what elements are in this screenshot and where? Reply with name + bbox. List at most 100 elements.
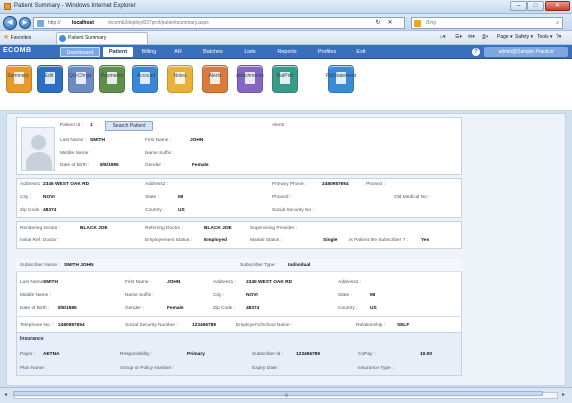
scroll-thumb[interactable] [13, 391, 543, 396]
menu-reports[interactable]: Reports [272, 47, 302, 57]
menu-patient[interactable]: Patient [103, 47, 133, 57]
country-value: US [178, 208, 185, 213]
name-suffix-label: Name Suffix : [145, 151, 174, 156]
help-menu[interactable]: ?▾ [556, 31, 561, 44]
minimize-button[interactable]: – [510, 1, 527, 11]
scroll-right-icon[interactable]: ▸ [562, 391, 565, 398]
page-menu[interactable]: Page ▾ [497, 31, 513, 44]
sub-dob-value: 8/8/1985 [58, 306, 77, 311]
employment-label: Employement Status : [145, 238, 192, 243]
favorites-button[interactable]: ★ Favorites [3, 31, 31, 45]
sub-phone-label: Telephone No. : [20, 323, 54, 328]
horizontal-scrollbar[interactable]: ◂ ||| ▸ [0, 387, 572, 403]
browser-tab[interactable]: Patient Summary [56, 32, 148, 44]
expiry-label: Expiry Date : [252, 366, 280, 371]
sub-country-value: US [370, 306, 377, 311]
menu-profiles[interactable]: Profiles [314, 47, 340, 57]
sub-zip-label: Zip Code : [213, 306, 236, 311]
menu-batches[interactable]: Batches [198, 47, 228, 57]
safety-menu[interactable]: Safety ▾ [515, 31, 533, 44]
forward-icon[interactable]: ▶ [19, 17, 31, 29]
edit-label[interactable]: Edit [33, 73, 65, 79]
alerts-icon[interactable] [202, 65, 228, 93]
subscriber-name-label: Subscriber Name : [20, 263, 60, 268]
sub-address1-label: Address1 : [213, 280, 236, 285]
print-icon[interactable]: ⎙▾ [482, 31, 488, 44]
summary-icon[interactable] [6, 65, 32, 93]
refresh-icon[interactable]: ↻ [374, 19, 382, 27]
stop-icon[interactable]: ✕ [386, 19, 394, 27]
back-icon[interactable]: ◀ [3, 16, 17, 30]
bing-icon [414, 20, 421, 27]
search-provider: Bing [426, 20, 437, 26]
alerts-label[interactable]: Alerts [199, 73, 231, 79]
notes-icon[interactable] [167, 65, 193, 93]
batch-payment-label[interactable]: BatPmt [268, 73, 302, 79]
window-title: Patient Summary - Windows Internet Explo… [14, 3, 136, 9]
first-name-value: JOHN [190, 138, 204, 143]
edit-icon[interactable] [37, 65, 63, 93]
marital-label: Marital Status : [250, 238, 282, 243]
ie-tab-icon [59, 35, 66, 42]
ssn-label: Social Security No : [272, 208, 314, 213]
sub-state-label: State : [338, 293, 352, 298]
payer-label: Payer : [20, 352, 36, 357]
insurance-section [16, 332, 462, 376]
attachments-icon[interactable] [237, 65, 263, 93]
address2-label: Address2 : [145, 182, 168, 187]
scroll-left-icon[interactable]: ◂ [4, 391, 7, 398]
home-icon[interactable]: ⌂▾ [440, 31, 446, 44]
app-navbar: ECOMB Dashboard Patient Billing AR Batch… [0, 45, 572, 59]
url-input[interactable]: http:// localhost /ecomb2deploy/837prof/… [33, 17, 405, 29]
address1-value: 2345 WEST OAK RD [43, 182, 90, 187]
menu-dashboard[interactable]: Dashboard [60, 47, 100, 57]
sub-state-value: MI [370, 293, 376, 298]
dob-value: 8/8/1985 [100, 163, 119, 168]
sub-last-name-label: Last Name : [20, 280, 46, 285]
patient-statement-label[interactable]: PatStatement [316, 73, 366, 79]
quick-charges-icon[interactable] [68, 65, 94, 93]
mail-icon[interactable]: ✉▾ [468, 31, 475, 44]
city-value: NOVI [43, 195, 55, 200]
help-icon[interactable]: ? [472, 48, 480, 56]
address-toolbar: ◀ ▶ http:// localhost /ecomb2deploy/837p… [0, 14, 572, 31]
subscriber-type-label: Subscriber Type : [240, 263, 278, 268]
menu-lists[interactable]: Lists [240, 47, 260, 57]
feeds-icon[interactable]: ☰▾ [455, 31, 462, 44]
page-icon [37, 20, 44, 27]
search-patient-button[interactable]: Search Patient [105, 121, 153, 131]
maximize-button[interactable]: □ [527, 1, 544, 11]
city-label: City : [20, 195, 31, 200]
sub-first-name-label: First Name : [125, 280, 152, 285]
menu-billing[interactable]: Billing [137, 47, 161, 57]
old-medical-label: Old Medical No : [394, 195, 430, 200]
payer-value: AETNA [43, 352, 60, 357]
close-button[interactable]: ✕ [545, 1, 570, 11]
patient-statement-icon[interactable] [328, 65, 354, 93]
state-label: State : [145, 195, 159, 200]
ins-type-label: Insurance Type : [358, 366, 394, 371]
account-label[interactable]: Account [127, 73, 165, 79]
supervising-label: Supervising Provider : [250, 226, 297, 231]
attachments-label[interactable]: Attachments [228, 73, 272, 79]
menu-exit[interactable]: Exit [353, 47, 369, 57]
employment-value: Employed [204, 238, 227, 243]
menu-ar[interactable]: AR [171, 47, 185, 57]
initial-ref-label: Initial Ref. Doctor : [20, 238, 60, 243]
notes-label[interactable]: Notes [164, 73, 196, 79]
account-icon[interactable] [132, 65, 158, 93]
search-input[interactable]: Bing ⌕ [411, 17, 563, 29]
url-host: localhost [72, 20, 94, 26]
summary-label[interactable]: Summary [0, 73, 36, 79]
batch-payment-icon[interactable] [272, 65, 298, 93]
payments-label[interactable]: Payments [93, 73, 131, 79]
url-scheme: http:// [48, 20, 61, 26]
is-subscriber-value: Yes [421, 238, 430, 243]
phone3-label: Phone3 : [272, 195, 292, 200]
marital-value: Single [323, 238, 338, 243]
sub-zip-value: 48374 [246, 306, 260, 311]
search-icon[interactable]: ⌕ [556, 18, 559, 28]
payments-icon[interactable] [99, 65, 125, 93]
tools-menu[interactable]: Tools ▾ [537, 31, 553, 44]
sub-city-label: City : [213, 293, 224, 298]
